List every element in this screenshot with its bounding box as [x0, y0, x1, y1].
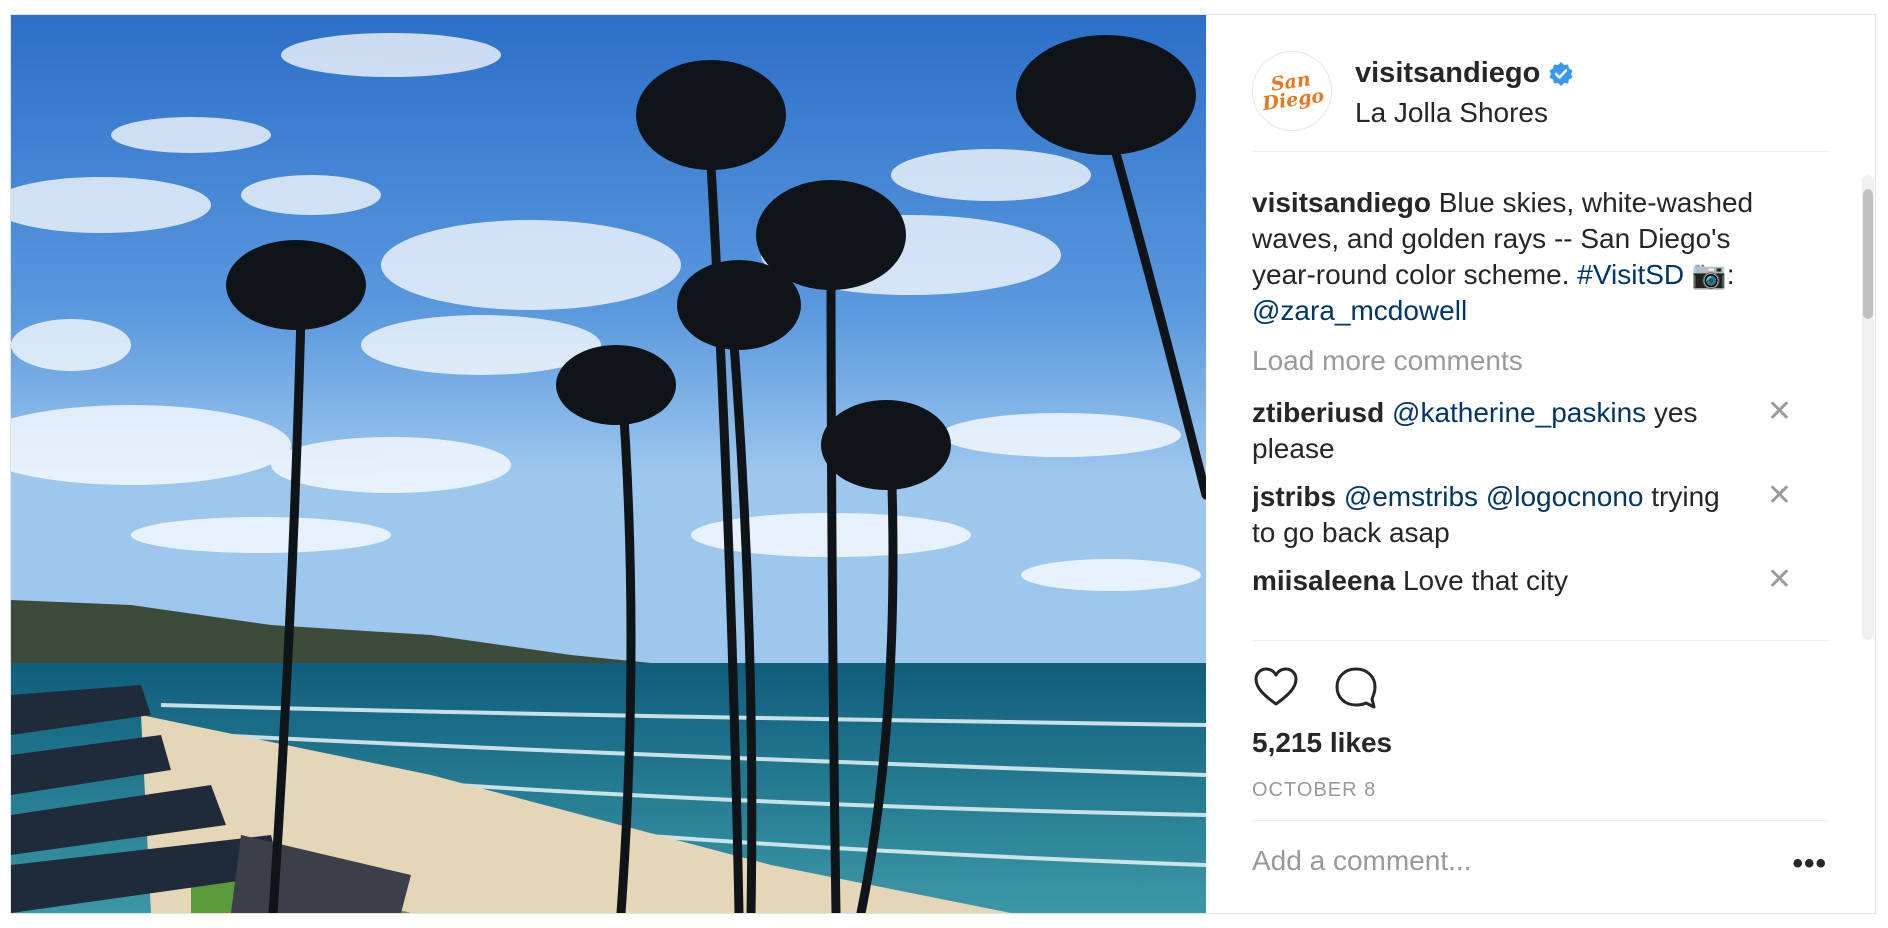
add-comment-input[interactable]: Add a comment... [1252, 845, 1471, 877]
heart-icon[interactable] [1252, 663, 1300, 711]
caption-colon: : [1726, 259, 1735, 290]
avatar[interactable]: San Diego [1252, 51, 1332, 131]
hashtag-link[interactable]: #VisitSD [1577, 259, 1684, 290]
comment-item: miisaleena Love that city ✕ [1252, 563, 1792, 599]
verified-badge-icon [1549, 61, 1573, 86]
comment-icon[interactable] [1332, 663, 1380, 711]
action-bar [1252, 663, 1380, 711]
close-icon[interactable]: ✕ [1767, 395, 1792, 429]
comment-mention[interactable]: @katherine_paskins [1392, 397, 1646, 428]
post-sidebar: San Diego visitsandiego La Jolla Shores … [1207, 15, 1875, 913]
beach-palms-image [11, 15, 1206, 913]
close-icon[interactable]: ✕ [1767, 479, 1792, 513]
post-caption: visitsandiego Blue skies, white-washed w… [1252, 185, 1792, 329]
comment-username[interactable]: miisaleena [1252, 565, 1395, 596]
comment-text: Love that city [1402, 565, 1568, 596]
close-icon[interactable]: ✕ [1767, 563, 1792, 597]
camera-icon: 📷 [1691, 259, 1727, 290]
post-card: San Diego visitsandiego La Jolla Shores … [10, 14, 1876, 914]
comment-username[interactable]: jstribs [1252, 481, 1336, 512]
username-link[interactable]: visitsandiego [1355, 57, 1540, 90]
scrollbar-thumb[interactable] [1863, 189, 1873, 319]
comment-item: ztiberiusd @katherine_paskins yes please… [1252, 395, 1792, 467]
comments-scrollbar[interactable] [1862, 175, 1874, 640]
post-date: OCTOBER 8 [1252, 779, 1377, 801]
comment-username[interactable]: ztiberiusd [1252, 397, 1384, 428]
comment-mention[interactable]: @logocnono [1486, 481, 1644, 512]
photographer-mention-link[interactable]: @zara_mcdowell [1252, 295, 1467, 326]
post-header: San Diego visitsandiego La Jolla Shores [1252, 51, 1827, 152]
location-link[interactable]: La Jolla Shores [1355, 97, 1548, 129]
load-more-comments-button[interactable]: Load more comments [1252, 343, 1792, 379]
username-row: visitsandiego [1355, 57, 1574, 90]
post-photo[interactable] [11, 15, 1206, 913]
avatar-logo: San Diego [1261, 68, 1326, 116]
divider [1252, 640, 1827, 641]
divider [1252, 820, 1827, 821]
comment-item: jstribs @emstribs @logocnono trying to g… [1252, 479, 1792, 551]
comment-mention[interactable]: @emstribs [1344, 481, 1478, 512]
more-options-icon[interactable]: ••• [1792, 847, 1827, 881]
comments-list: visitsandiego Blue skies, white-washed w… [1252, 185, 1792, 633]
likes-count[interactable]: 5,215 likes [1252, 727, 1392, 759]
caption-username[interactable]: visitsandiego [1252, 187, 1431, 218]
